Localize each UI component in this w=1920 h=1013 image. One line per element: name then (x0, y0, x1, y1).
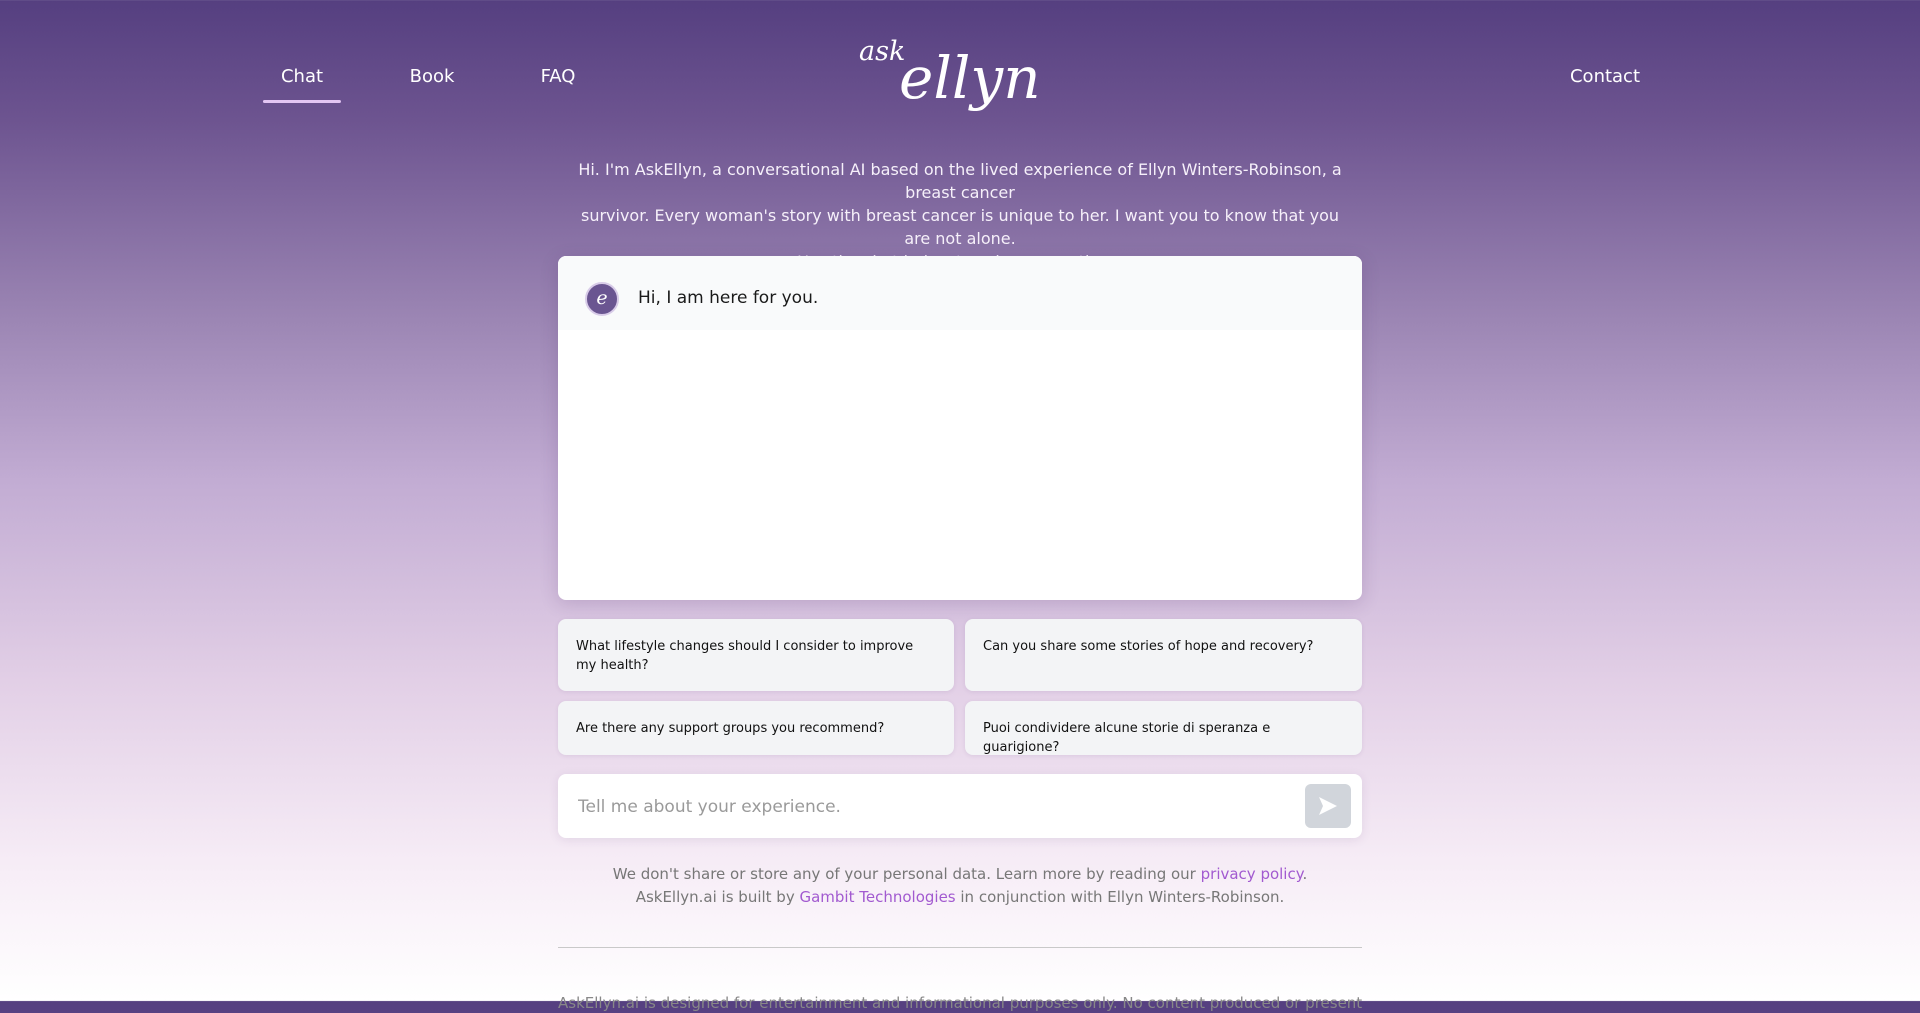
suggestion-button-italian[interactable]: Puoi condividere alcune storie di speran… (965, 701, 1362, 755)
privacy-text: We don't share or store any of your pers… (612, 865, 1201, 883)
gambit-technologies-link[interactable]: Gambit Technologies (799, 888, 955, 906)
built-by-line: AskEllyn.ai is built by Gambit Technolog… (560, 886, 1360, 909)
built-by-suffix: in conjunction with Ellyn Winters-Robins… (955, 888, 1285, 906)
message-input-box (558, 774, 1362, 838)
nav-book-link[interactable]: Book (410, 66, 455, 87)
intro-line-2: survivor. Every woman's story with breas… (580, 206, 1340, 248)
intro-line-1: Hi. I'm AskEllyn, a conversational AI ba… (578, 160, 1342, 202)
bot-avatar-letter: e (596, 287, 608, 309)
send-arrow-icon (1319, 797, 1337, 815)
footer-divider (558, 947, 1362, 948)
privacy-policy-link[interactable]: privacy policy (1201, 865, 1303, 883)
suggestion-button-support-groups[interactable]: Are there any support groups you recomme… (558, 701, 954, 755)
bot-avatar: e (585, 282, 619, 316)
nav-contact-link[interactable]: Contact (1570, 66, 1640, 87)
nav-chat-link[interactable]: Chat (262, 66, 342, 103)
askellyn-logo[interactable]: ask ellyn (855, 30, 1065, 128)
chat-window: e Hi, I am here for you. (558, 256, 1362, 600)
disclaimer-text: AskEllyn.ai is designed for entertainmen… (558, 994, 1362, 1012)
suggestion-button-hope[interactable]: Can you share some stories of hope and r… (965, 619, 1362, 691)
nav-faq-link[interactable]: FAQ (541, 66, 576, 87)
built-by-text: AskEllyn.ai is built by (635, 888, 800, 906)
privacy-period: . (1302, 865, 1308, 883)
logo-ellyn-text: ellyn (899, 44, 1041, 112)
message-input[interactable] (576, 788, 1280, 826)
top-navigation: Chat Book FAQ ask ellyn Contact (0, 0, 1920, 130)
suggestion-button-lifestyle[interactable]: What lifestyle changes should I consider… (558, 619, 954, 691)
privacy-notice: We don't share or store any of your pers… (560, 863, 1360, 909)
send-button[interactable] (1305, 784, 1351, 828)
privacy-line: We don't share or store any of your pers… (560, 863, 1360, 886)
bot-message-text: Hi, I am here for you. (638, 288, 819, 308)
bot-message: e Hi, I am here for you. (558, 256, 1362, 330)
